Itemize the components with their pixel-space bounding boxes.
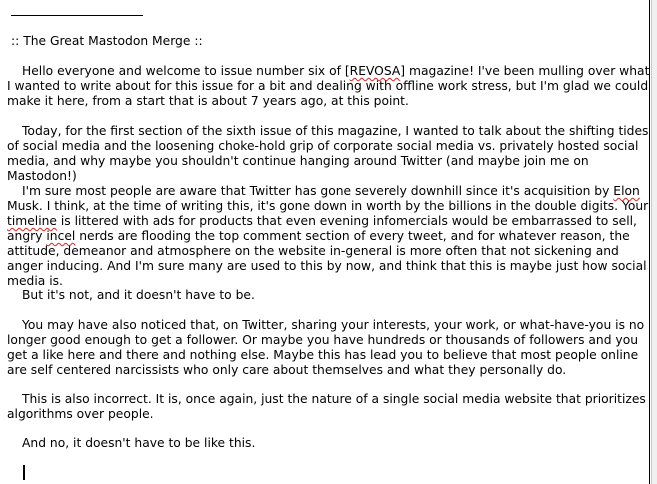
paragraph-5: You may have also noticed that, on Twitt…: [7, 318, 650, 378]
spellcheck-word-revosa: REVOSA: [349, 64, 401, 78]
text-cursor: [23, 465, 25, 480]
paragraph-5-text: You may have also noticed that, on Twitt…: [7, 318, 645, 377]
paragraph-7-text: And no, it doesn't have to be like this.: [22, 436, 256, 450]
horizontal-rule: [11, 15, 143, 16]
paragraph-4: But it's not, and it doesn't have to be.: [7, 288, 650, 303]
text-editor-area[interactable]: :: The Great Mastodon Merge :: Hello eve…: [0, 0, 650, 484]
paragraph-6: This is also incorrect. It is, once agai…: [7, 392, 650, 422]
paragraph-3: I'm sure most people are aware that Twit…: [7, 184, 650, 289]
paragraph-1: Hello everyone and welcome to issue numb…: [7, 64, 650, 109]
paragraph-2-text: Today, for the first section of the sixt…: [7, 124, 649, 183]
paragraph-7: And no, it doesn't have to be like this.: [7, 436, 650, 451]
paragraph-6-text: This is also incorrect. It is, once agai…: [7, 392, 646, 421]
document-title: :: The Great Mastodon Merge ::: [11, 34, 203, 48]
paragraph-4-text: But it's not, and it doesn't have to be.: [22, 288, 255, 302]
paragraph-2: Today, for the first section of the sixt…: [7, 124, 650, 184]
spellcheck-word-timeline: timeline: [7, 214, 57, 228]
spellcheck-word-incel: incel: [46, 229, 76, 243]
paragraph-3-text-c: Musk. I think, at the time of writing th…: [7, 199, 649, 213]
paragraph-1-text-a: Hello everyone and welcome to issue numb…: [22, 64, 350, 78]
spellcheck-word-elon: Elon: [613, 184, 640, 198]
paragraph-3-text-g: nerds are flooding the top comment secti…: [7, 229, 647, 288]
paragraph-3-text-a: I'm sure most people are aware that Twit…: [22, 184, 614, 198]
scrollbar[interactable]: [651, 0, 657, 484]
